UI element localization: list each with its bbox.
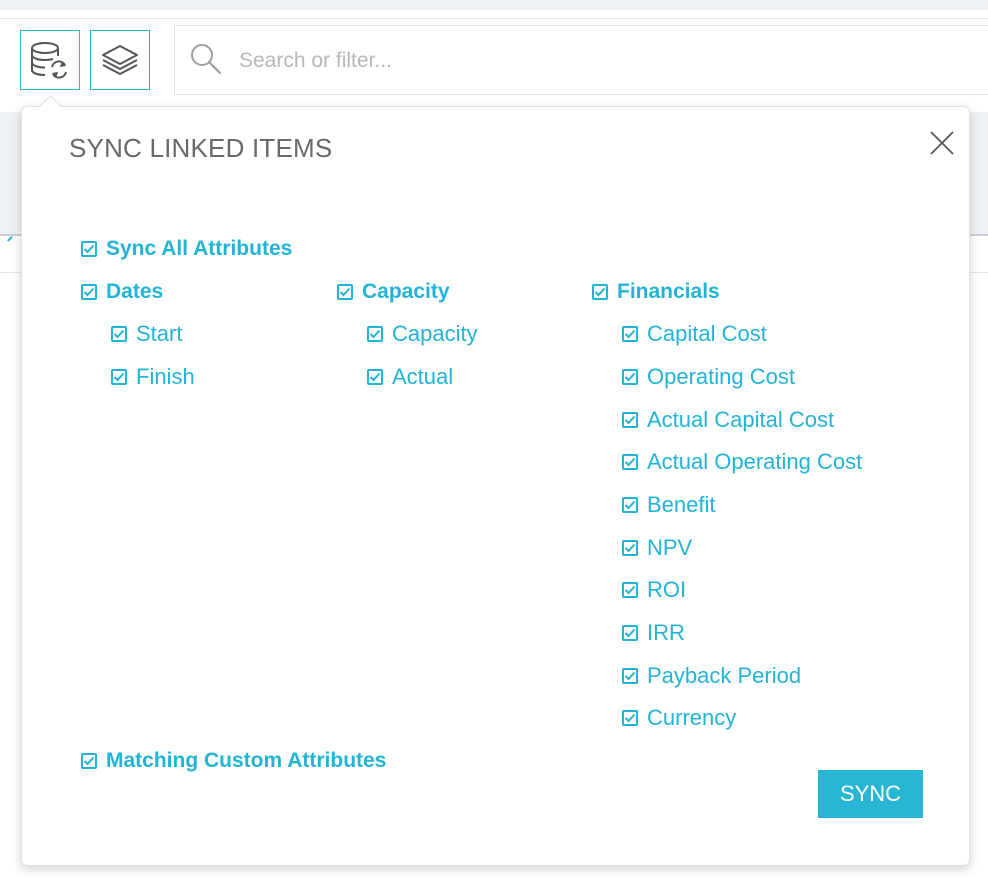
checkbox-checked-icon	[622, 710, 638, 726]
checkbox-checked-icon	[337, 284, 353, 300]
checkbox-checked-icon	[622, 540, 638, 556]
checkbox-label: Payback Period	[647, 663, 802, 688]
divider	[0, 18, 988, 19]
checkbox-checked-icon	[81, 284, 97, 300]
checkbox-checked-icon	[367, 326, 383, 342]
checkbox-label: Currency	[647, 705, 737, 730]
checkbox-checked-icon	[622, 668, 638, 684]
sync-linked-items-popover: SYNC LINKED ITEMS Sync All Attributes Da…	[21, 106, 970, 866]
irr-checkbox[interactable]: IRR	[622, 618, 685, 648]
close-button[interactable]	[928, 129, 956, 157]
matching-custom-attributes-checkbox[interactable]: Matching Custom Attributes	[81, 746, 386, 776]
checkbox-label: Start	[136, 321, 183, 346]
checkbox-checked-icon	[111, 369, 127, 385]
capital-cost-checkbox[interactable]: Capital Cost	[622, 319, 767, 349]
actual-operating-cost-checkbox[interactable]: Actual Operating Cost	[622, 447, 862, 477]
layers-button[interactable]	[90, 30, 150, 90]
benefit-checkbox[interactable]: Benefit	[622, 490, 716, 520]
financials-group-checkbox[interactable]: Financials	[592, 277, 720, 307]
checkbox-checked-icon	[622, 412, 638, 428]
checkbox-checked-icon	[81, 753, 97, 769]
close-icon	[930, 131, 954, 155]
checkbox-label: NPV	[647, 535, 693, 560]
checkbox-label: Dates	[106, 280, 164, 303]
checkbox-label: Capacity	[362, 280, 450, 303]
checkbox-checked-icon	[622, 497, 638, 513]
checkbox-label: Operating Cost	[647, 364, 795, 389]
sync-all-attributes-checkbox[interactable]: Sync All Attributes	[81, 234, 292, 264]
dates-group-checkbox[interactable]: Dates	[81, 277, 163, 307]
checkbox-label: Capital Cost	[647, 321, 767, 346]
actual-checkbox[interactable]: Actual	[367, 362, 453, 392]
actual-capital-cost-checkbox[interactable]: Actual Capital Cost	[622, 405, 834, 435]
operating-cost-checkbox[interactable]: Operating Cost	[622, 362, 795, 392]
checkbox-checked-icon	[622, 369, 638, 385]
capacity-group-checkbox[interactable]: Capacity	[337, 277, 450, 307]
checkbox-label: Financials	[617, 280, 720, 303]
sync-linked-items-button[interactable]	[20, 30, 80, 90]
search-icon	[191, 44, 222, 75]
checkbox-checked-icon	[111, 326, 127, 342]
checkbox-checked-icon	[622, 582, 638, 598]
checkbox-label: Matching Custom Attributes	[106, 749, 387, 772]
checkbox-label: Sync All Attributes	[106, 237, 293, 260]
popover-title: SYNC LINKED ITEMS	[69, 133, 333, 163]
checkbox-label: ROI	[647, 577, 687, 602]
checkbox-label: IRR	[647, 620, 685, 645]
checkbox-checked-icon	[622, 454, 638, 470]
payback-period-checkbox[interactable]: Payback Period	[622, 661, 801, 691]
start-checkbox[interactable]: Start	[111, 319, 182, 349]
checkbox-checked-icon	[367, 369, 383, 385]
finish-checkbox[interactable]: Finish	[111, 362, 195, 392]
search-input[interactable]	[237, 44, 941, 78]
search-box	[174, 25, 988, 95]
checkbox-label: Benefit	[647, 492, 716, 517]
npv-checkbox[interactable]: NPV	[622, 533, 692, 563]
checkbox-checked-icon	[622, 625, 638, 641]
checkbox-checked-icon	[81, 241, 97, 257]
checkbox-label: Actual	[392, 364, 454, 389]
checkbox-label: Capacity	[392, 321, 478, 346]
currency-checkbox[interactable]: Currency	[622, 703, 736, 733]
checkbox-label: Finish	[136, 364, 195, 389]
roi-checkbox[interactable]: ROI	[622, 575, 686, 605]
layers-icon	[102, 45, 138, 75]
capacity-checkbox[interactable]: Capacity	[367, 319, 478, 349]
checkbox-checked-icon	[622, 326, 638, 342]
database-sync-icon	[31, 42, 67, 79]
checkbox-checked-icon	[592, 284, 608, 300]
checkbox-label: Actual Capital Cost	[647, 407, 835, 432]
checkbox-label: Actual Operating Cost	[647, 449, 863, 474]
sync-button[interactable]: SYNC	[818, 770, 923, 818]
